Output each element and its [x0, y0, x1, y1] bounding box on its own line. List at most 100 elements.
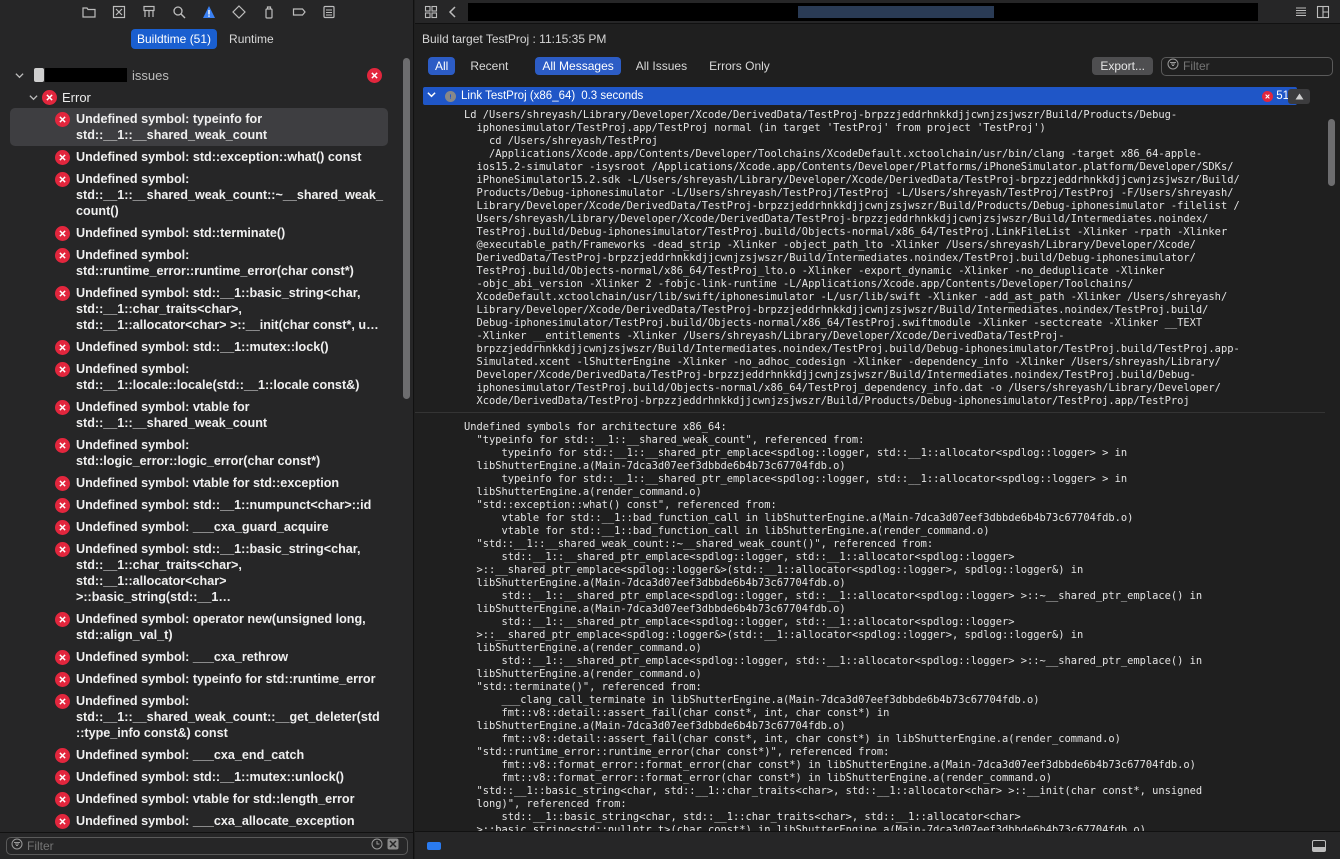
issue-item[interactable]: Undefined symbol: std::__1::mutex::unloc… — [10, 766, 388, 788]
collapse-button[interactable] — [1288, 89, 1310, 104]
project-navigator-tab[interactable] — [76, 1, 102, 23]
issue-item[interactable]: Undefined symbol:std::__1::__shared_weak… — [10, 690, 388, 744]
issue-item[interactable]: Undefined symbol: ___cxa_rethrow — [10, 646, 388, 668]
issue-item[interactable]: Undefined symbol: std::__1::__shared_weak… — [10, 168, 388, 222]
symbol-navigator-tab[interactable] — [136, 1, 162, 23]
issue-text: Undefined symbol: std::__1::basic_string… — [76, 541, 384, 605]
log-divider — [415, 412, 1325, 413]
issue-text-line: Undefined symbol: ___cxa_end_catch — [76, 748, 305, 762]
filter-all-button[interactable]: All — [428, 57, 456, 75]
issue-item[interactable]: Undefined symbol: ___cxa_end_catch — [10, 744, 388, 766]
issue-item[interactable]: Undefined symbol: std::__1::mutex::lock(… — [10, 336, 388, 358]
test-navigator-tab[interactable] — [226, 1, 252, 23]
all-issues-button[interactable]: All Issues — [629, 57, 694, 75]
log-filter-input[interactable] — [1183, 59, 1323, 73]
error-icon — [55, 814, 70, 829]
source-control-navigator-tab[interactable] — [106, 1, 132, 23]
issue-item[interactable]: Undefined symbol:std::runtime_error::run… — [10, 244, 388, 282]
issue-item[interactable]: Undefined symbol: vtable for std::except… — [10, 472, 388, 494]
issue-item[interactable]: Undefined symbol: ___cxa_allocate_except… — [10, 810, 388, 832]
chevron-down-icon[interactable] — [28, 92, 38, 102]
issue-list: issues Error Undefined symbol: typeinfo … — [0, 64, 400, 832]
chevron-down-icon[interactable] — [427, 90, 436, 102]
issue-item[interactable]: Undefined symbol:std::logic_error::logic… — [10, 434, 388, 472]
issue-item[interactable]: Undefined symbol: operator new(unsigned … — [10, 608, 388, 646]
issue-item[interactable]: Undefined symbol: ___cxa_guard_acquire — [10, 516, 388, 538]
issue-item[interactable]: Undefined symbol: vtable for std::__1::__… — [10, 396, 388, 434]
issue-navigator-tab[interactable] — [196, 1, 222, 23]
step-title: Link TestProj (x86_64) — [461, 90, 576, 102]
issue-item[interactable]: Undefined symbol: std::exception::what()… — [10, 146, 388, 168]
issue-text: Undefined symbol: vtable for std::except… — [76, 475, 384, 491]
issue-text-line: Undefined symbol: ___cxa_rethrow — [76, 650, 289, 664]
navigator-scrollbar[interactable] — [401, 58, 411, 830]
issue-text-line: std::__1::__shared_weak_count::__get_del… — [76, 710, 380, 724]
error-icon — [55, 226, 70, 241]
issue-text-line: std::runtime_error::runtime_error(char c… — [76, 264, 354, 278]
issue-text-line: Undefined symbol: — [76, 438, 190, 452]
issue-text-line: std::align_val_t) — [76, 628, 173, 642]
issue-text: Undefined symbol: std::__1::numpunct<cha… — [76, 497, 384, 513]
issue-item[interactable]: Undefined symbol: std::terminate() — [10, 222, 388, 244]
scrollbar-thumb[interactable] — [403, 58, 410, 399]
issue-text-line: std::logic_error::logic_error(char const… — [76, 454, 321, 468]
error-icon — [55, 612, 70, 627]
recent-filter-icon[interactable] — [371, 837, 383, 855]
redacted-project-name — [45, 68, 127, 82]
link-step-header[interactable]: Link TestProj (x86_64) 0.3 seconds 51 — [423, 87, 1297, 105]
export-button[interactable]: Export... — [1092, 57, 1153, 75]
report-navigator-tab[interactable] — [316, 1, 342, 23]
debug-navigator-tab[interactable] — [256, 1, 282, 23]
issue-text: Undefined symbol: ___cxa_allocate_except… — [76, 813, 384, 829]
issue-text-line: Undefined symbol: std::__1::numpunct<cha… — [76, 498, 372, 512]
console-toggle-icon[interactable] — [1312, 840, 1326, 852]
issue-category-row[interactable]: Error — [0, 86, 400, 108]
filter-recent-button[interactable]: Recent — [463, 57, 515, 75]
issue-filter-icon[interactable] — [387, 837, 399, 855]
issue-text-line: count() — [76, 204, 119, 218]
error-icon — [55, 286, 70, 301]
breakpoint-navigator-tab[interactable] — [286, 1, 312, 23]
errors-only-button[interactable]: Errors Only — [702, 57, 777, 75]
build-log-editor: Build target TestProj : 11:15:35 PM All … — [415, 0, 1340, 859]
issue-text-line: std::__1::__shared_weak_count — [76, 416, 268, 430]
issue-item[interactable]: Undefined symbol: vtable for std::length… — [10, 788, 388, 810]
issue-item[interactable]: Undefined symbol: std::__1::numpunct<cha… — [10, 494, 388, 516]
project-file-icon — [34, 68, 44, 82]
error-icon — [55, 112, 70, 127]
issue-item[interactable]: Undefined symbol: std::__1::basic_string… — [10, 538, 388, 608]
error-icon — [55, 542, 70, 557]
issue-group-row[interactable]: issues — [0, 64, 400, 86]
issue-text-line: Undefined symbol: — [76, 248, 190, 262]
navigator-filter-input[interactable] — [27, 839, 367, 853]
all-messages-button[interactable]: All Messages — [535, 57, 621, 75]
find-navigator-tab[interactable] — [166, 1, 192, 23]
error-icon — [55, 438, 70, 453]
tab-runtime[interactable]: Runtime — [223, 29, 280, 49]
chevron-down-icon[interactable] — [14, 70, 24, 80]
issue-item[interactable]: Undefined symbol: typeinfo for std::__1::… — [10, 108, 388, 146]
scrollbar-thumb[interactable] — [1328, 119, 1335, 186]
add-editor-button[interactable] — [1312, 1, 1334, 23]
redacted-tab-highlight — [798, 5, 994, 18]
error-icon — [55, 694, 70, 709]
log-scrollbar[interactable] — [1326, 119, 1336, 829]
minimap-toggle-button[interactable] — [1290, 1, 1312, 23]
related-items-button[interactable] — [420, 1, 442, 23]
tab-buildtime[interactable]: Buildtime (51) — [131, 29, 218, 49]
issue-item[interactable]: Undefined symbol: std::__1::locale::local… — [10, 358, 388, 396]
issue-item[interactable]: Undefined symbol: typeinfo for std::runt… — [10, 668, 388, 690]
report-icon — [323, 5, 335, 19]
issue-text-line: std::__1::char_traits<char>, — [76, 302, 242, 316]
issue-text-line: Undefined symbol: ___cxa_allocate_except… — [76, 814, 355, 828]
issue-text: Undefined symbol:std::logic_error::logic… — [76, 437, 384, 469]
error-icon — [55, 770, 70, 785]
error-icon — [55, 340, 70, 355]
back-button[interactable] — [442, 1, 464, 23]
issue-text-line: Undefined symbol: — [76, 694, 190, 708]
issue-text-line: Undefined symbol: std::__1::basic_string… — [76, 542, 361, 556]
issue-item[interactable]: Undefined symbol: std::__1::basic_string… — [10, 282, 388, 336]
log-toolbar: All Recent All Messages All Issues Error… — [415, 54, 1340, 78]
step-duration: 0.3 seconds — [581, 90, 644, 102]
issue-text: Undefined symbol: std::__1::locale::local… — [76, 361, 384, 393]
